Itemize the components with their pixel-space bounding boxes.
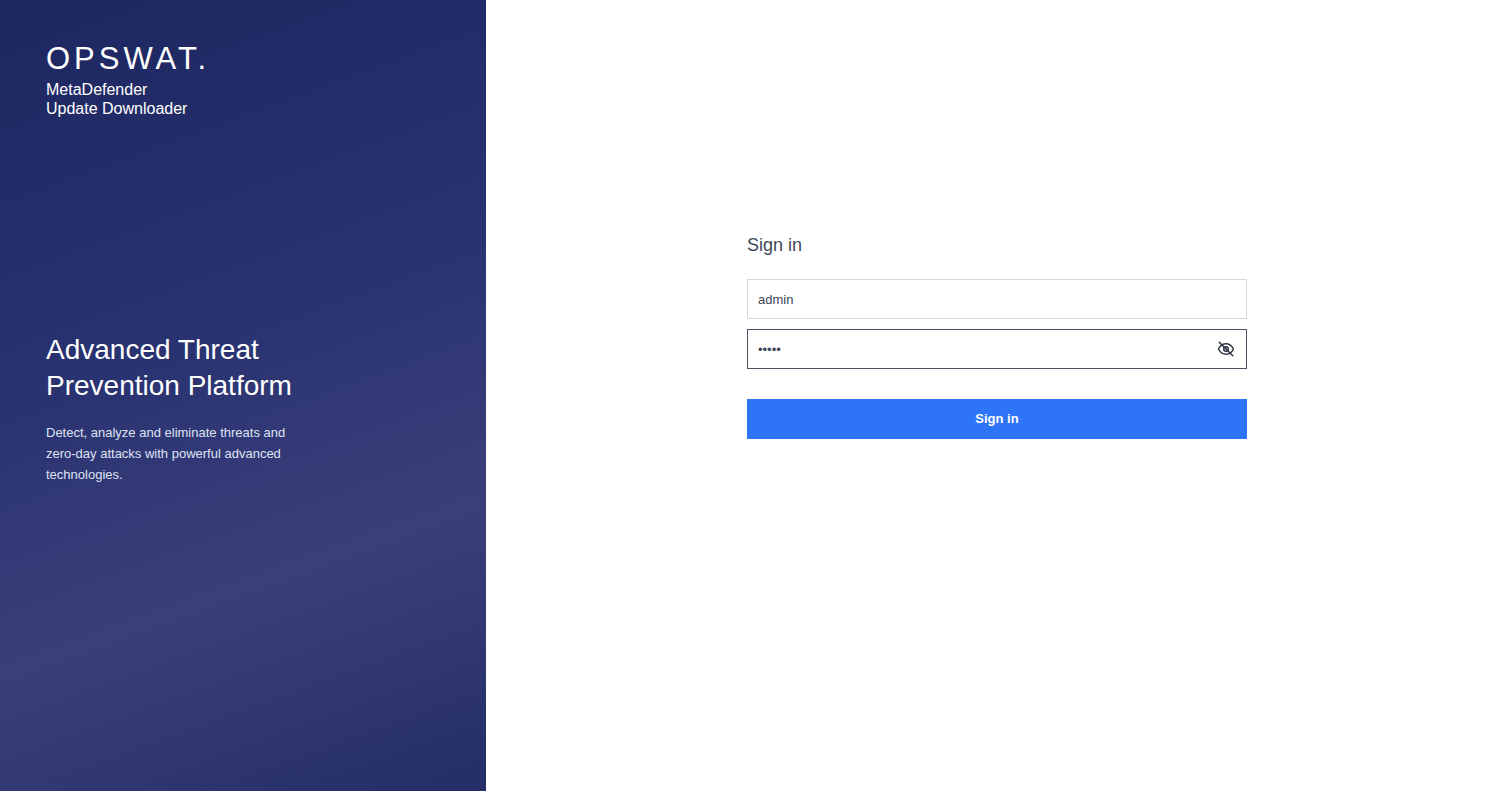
hero-description: Detect, analyze and eliminate threats an… (46, 422, 286, 485)
password-field[interactable] (747, 329, 1247, 369)
hero-panel: OPSWAT. MetaDefenderUpdate Downloader Adva… (0, 0, 486, 791)
logo: OPSWAT. MetaDefenderUpdate Downloader (46, 42, 440, 118)
username-input[interactable] (748, 280, 1246, 318)
password-input[interactable] (748, 330, 1217, 368)
signin-form: Sign in Sign in (747, 232, 1247, 439)
signin-panel: Sign in Sign in (486, 0, 1493, 791)
product-name: Update Downloader (46, 99, 440, 118)
eye-off-icon[interactable] (1217, 340, 1235, 358)
username-field[interactable] (747, 279, 1247, 319)
brand-logo: OPSWAT. (46, 42, 440, 76)
hero-title: Advanced Threat Prevention Platform (46, 332, 316, 404)
signin-button[interactable]: Sign in (747, 399, 1247, 439)
product-name: MetaDefender (46, 80, 440, 99)
signin-title: Sign in (747, 232, 1247, 258)
